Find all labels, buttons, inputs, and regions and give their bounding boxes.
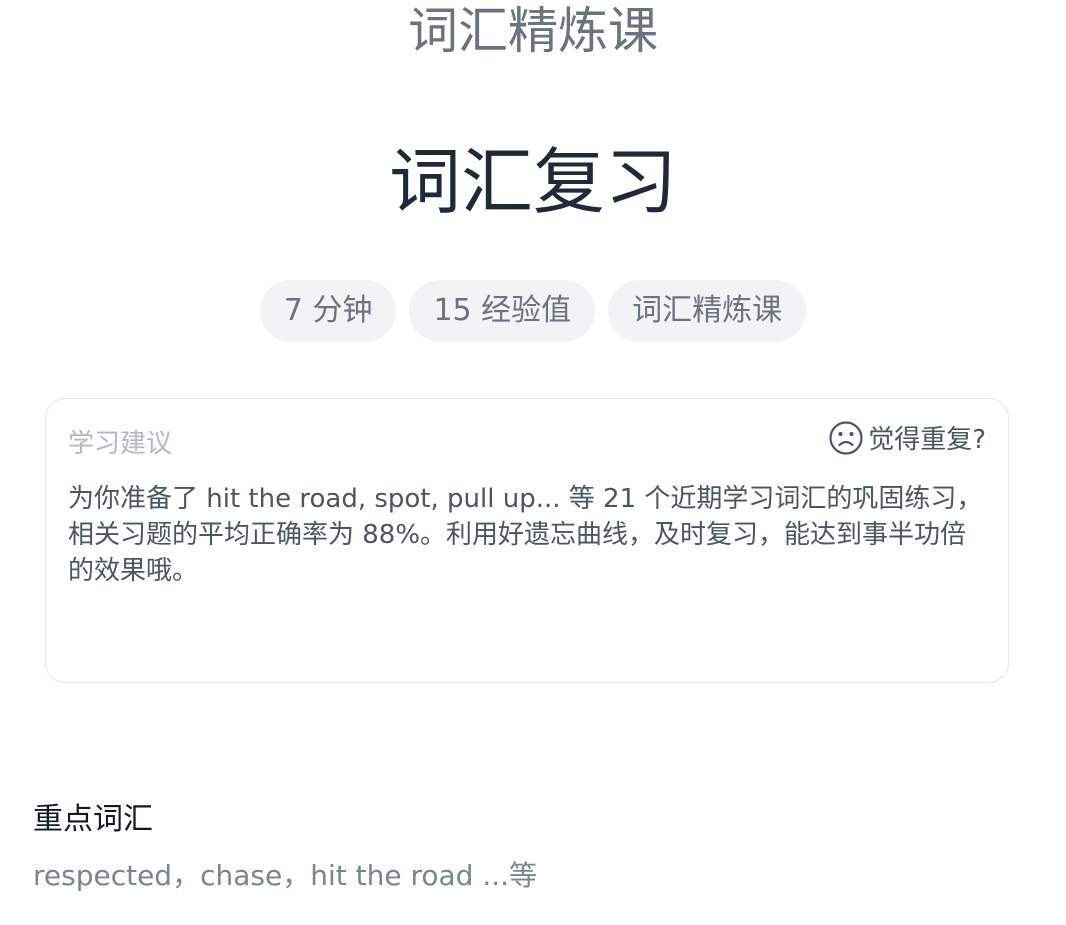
feedback-label: 觉得重复? [868,425,986,455]
course-name: 词汇精炼课 [408,2,658,60]
suggestion-text: 为你准备了 hit the road, spot, pull up... 等 2… [68,484,983,586]
sad-face-icon [829,420,863,455]
card-label: 学习建议 [68,429,173,459]
tag-list: 7 分钟 15 经验值 词汇精炼课 [0,280,1066,342]
duration-tag: 7 分钟 [259,280,397,342]
study-suggestion-card: 学习建议 觉得重复? 为你准备了 hit the road, spot, pul… [45,398,1009,683]
key-vocabulary-list: respected，chase，hit the road ...等 [33,859,538,892]
feel-repetitive-button[interactable]: 觉得重复? [828,419,986,456]
key-vocabulary-title: 重点词汇 [33,802,153,837]
course-tag: 词汇精炼课 [608,280,807,342]
experience-tag: 15 经验值 [409,280,596,342]
page-title: 词汇复习 [388,140,677,224]
